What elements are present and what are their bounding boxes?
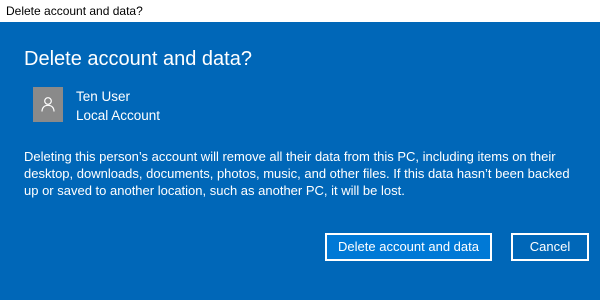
delete-account-button[interactable]: Delete account and data <box>325 233 492 261</box>
cancel-button[interactable]: Cancel <box>511 233 589 261</box>
user-name: Ten User <box>76 89 131 104</box>
dialog-heading: Delete account and data? <box>24 48 252 70</box>
warning-message: Deleting this person’s account will remo… <box>24 149 570 198</box>
user-avatar <box>33 87 63 122</box>
title-bar: Delete account and data? <box>0 0 600 22</box>
window-title: Delete account and data? <box>6 4 143 18</box>
person-icon <box>41 97 55 112</box>
delete-account-dialog: Delete account and data? Ten User Local … <box>0 22 600 300</box>
account-type: Local Account <box>76 108 161 123</box>
